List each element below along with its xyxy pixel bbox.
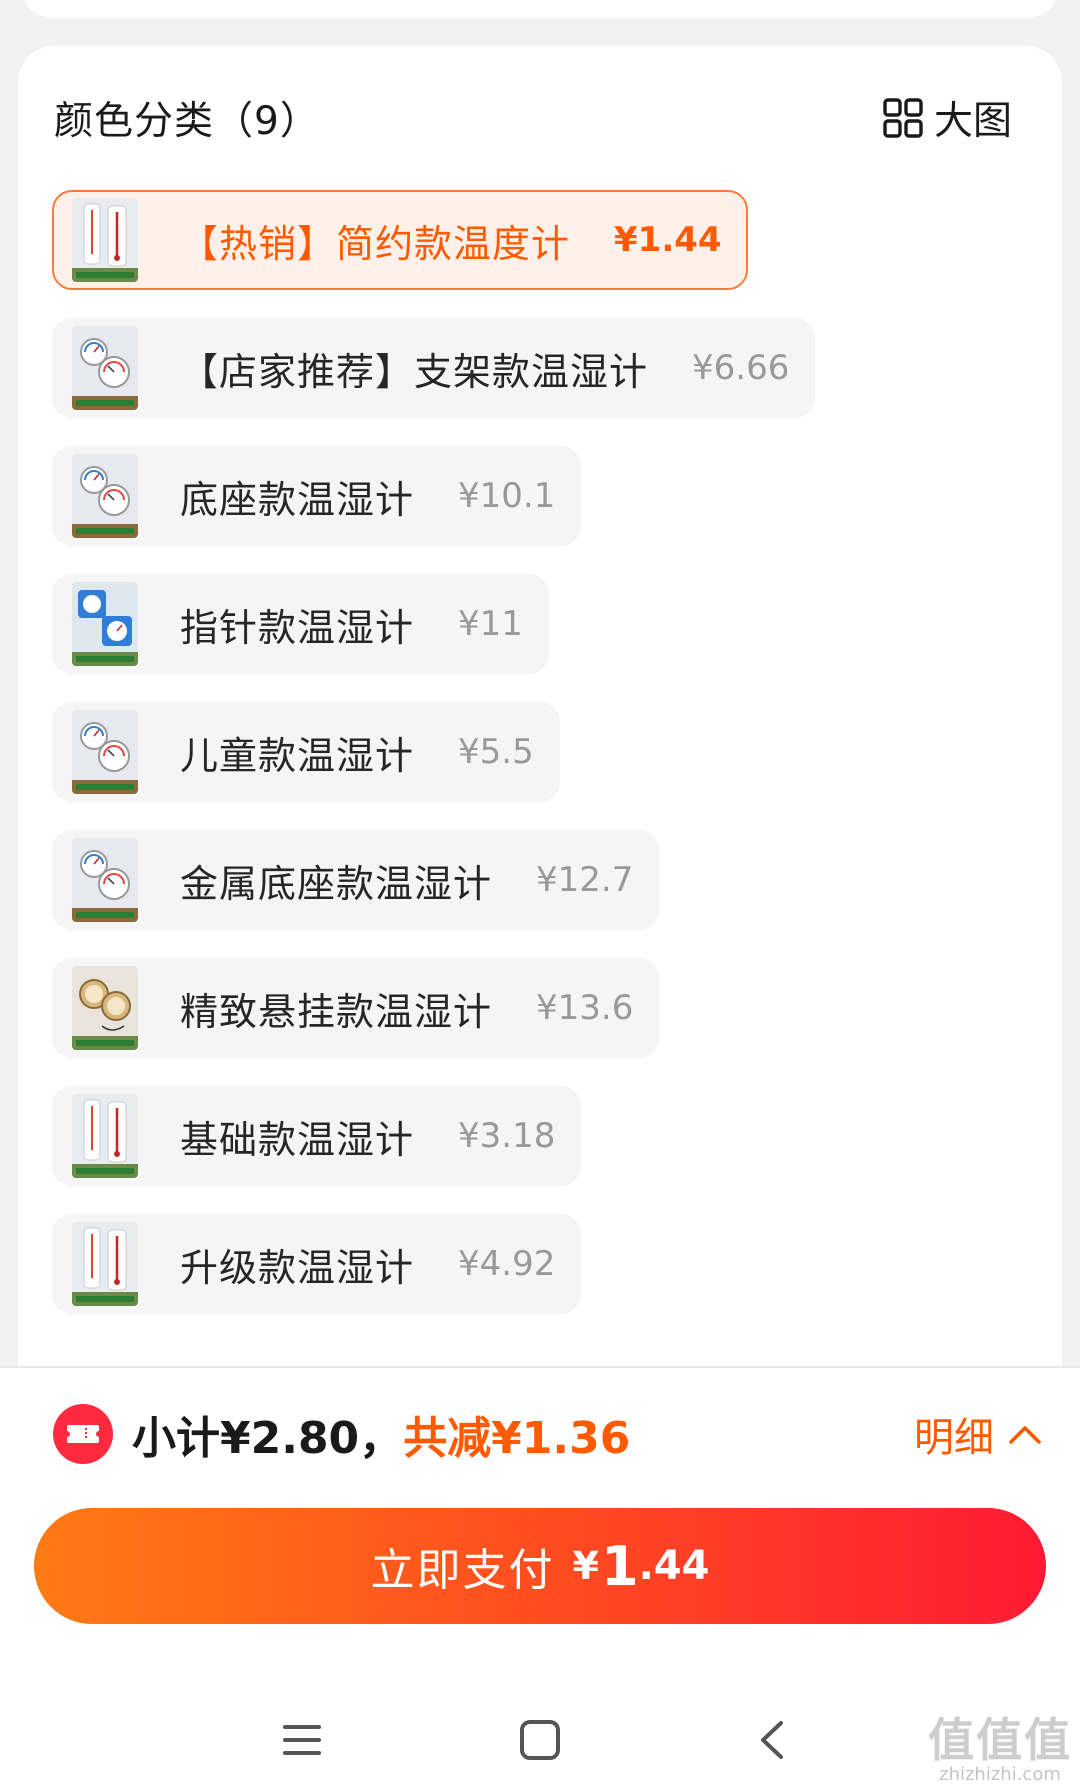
big-image-toggle[interactable]: 大图 bbox=[882, 92, 1012, 144]
sku-thumbnail bbox=[72, 326, 138, 410]
sku-name: 儿童款温湿计 bbox=[180, 733, 415, 778]
watermark: 值值值 zhizhizhi.com bbox=[928, 1704, 1072, 1785]
menu-icon bbox=[283, 1725, 321, 1755]
sku-name: 升级款温湿计 bbox=[180, 1245, 415, 1290]
sku-option-list: 【热销】简约款温度计 ¥1.44 【店家推荐】支架款温湿计 ¥6.66 底座款温湿计 ¥1… bbox=[52, 190, 816, 1342]
sku-name: 【热销】简约款温度计 bbox=[180, 221, 571, 266]
sku-option[interactable]: 基础款温湿计 ¥3.18 bbox=[52, 1086, 582, 1186]
sku-option[interactable]: 儿童款温湿计 ¥5.5 bbox=[52, 702, 560, 802]
sku-option[interactable]: 指针款温湿计 ¥11 bbox=[52, 574, 549, 674]
sku-option[interactable]: 【热销】简约款温度计 ¥1.44 bbox=[52, 190, 748, 290]
sku-thumbnail bbox=[72, 1222, 138, 1306]
price-details-toggle[interactable]: 明细 bbox=[914, 1405, 1042, 1463]
sku-price: ¥13.6 bbox=[536, 988, 634, 1028]
details-label: 明细 bbox=[914, 1415, 994, 1461]
pay-amount-integer: 1 bbox=[601, 1534, 639, 1598]
big-image-label: 大图 bbox=[933, 99, 1012, 144]
sku-price: ¥5.5 bbox=[458, 732, 534, 772]
sku-price: ¥3.18 bbox=[458, 1116, 556, 1156]
coupon-icon bbox=[53, 1404, 113, 1464]
sku-option[interactable]: 【店家推荐】支架款温湿计 ¥6.66 bbox=[52, 318, 816, 418]
chevron-up-icon bbox=[1009, 1426, 1041, 1444]
sku-name: 底座款温湿计 bbox=[180, 477, 415, 522]
sku-name: 指针款温湿计 bbox=[180, 605, 415, 650]
back-button[interactable] bbox=[742, 1710, 802, 1770]
sku-name: 金属底座款温湿计 bbox=[180, 861, 493, 906]
sku-option[interactable]: 升级款温湿计 ¥4.92 bbox=[52, 1214, 582, 1314]
grid-view-icon bbox=[883, 98, 923, 138]
sku-thumbnail bbox=[72, 582, 138, 666]
system-navigation-bar: 值值值 zhizhizhi.com bbox=[0, 1702, 1080, 1789]
section-title: 颜色分类（9） bbox=[54, 99, 320, 144]
watermark-url: zhizhizhi.com bbox=[939, 1764, 1061, 1785]
subtotal-text: 小计¥2.80， bbox=[132, 1413, 404, 1464]
price-summary: 小计¥2.80， 共减¥1.36 明细 bbox=[52, 1394, 1042, 1474]
sku-price: ¥12.7 bbox=[536, 860, 634, 900]
sku-thumbnail bbox=[72, 1094, 138, 1178]
sku-option[interactable]: 金属底座款温湿计 ¥12.7 bbox=[52, 830, 660, 930]
watermark-logo: 值值值 bbox=[928, 1713, 1072, 1767]
sku-name: 【店家推荐】支架款温湿计 bbox=[180, 349, 649, 394]
sku-name: 精致悬挂款温湿计 bbox=[180, 989, 493, 1034]
sku-price: ¥1.44 bbox=[614, 220, 722, 260]
sku-thumbnail bbox=[72, 838, 138, 922]
previous-card-edge bbox=[22, 0, 1058, 18]
home-button[interactable] bbox=[510, 1710, 570, 1770]
pay-amount-decimal: .44 bbox=[638, 1543, 710, 1589]
sku-thumbnail bbox=[72, 198, 138, 282]
sku-name: 基础款温湿计 bbox=[180, 1117, 415, 1162]
discount-text: 共减¥1.36 bbox=[403, 1413, 631, 1464]
pay-currency: ¥ bbox=[572, 1544, 599, 1588]
sku-thumbnail bbox=[72, 710, 138, 794]
sku-price: ¥6.66 bbox=[692, 348, 790, 388]
sku-thumbnail bbox=[72, 966, 138, 1050]
sku-option[interactable]: 精致悬挂款温湿计 ¥13.6 bbox=[52, 958, 660, 1058]
pay-now-button[interactable]: 立即支付 ¥ 1 .44 bbox=[34, 1508, 1046, 1624]
sku-option[interactable]: 底座款温湿计 ¥10.1 bbox=[52, 446, 582, 546]
back-chevron-icon bbox=[761, 1721, 783, 1759]
checkout-bar: 小计¥2.80， 共减¥1.36 明细 立即支付 ¥ 1 .44 值值值 zhi… bbox=[0, 1368, 1080, 1789]
sku-price: ¥4.92 bbox=[458, 1244, 556, 1284]
pay-now-label: 立即支付 bbox=[370, 1545, 555, 1596]
sku-selector-card: 颜色分类（9） 大图 【热销】简约款温度计 ¥1.44 【店家推荐】支架款温湿计 ¥6… bbox=[18, 46, 1062, 1376]
sku-thumbnail bbox=[72, 454, 138, 538]
sku-price: ¥11 bbox=[458, 604, 523, 644]
home-square-icon bbox=[520, 1720, 560, 1760]
recent-apps-button[interactable] bbox=[272, 1710, 332, 1770]
sku-price: ¥10.1 bbox=[458, 476, 556, 516]
